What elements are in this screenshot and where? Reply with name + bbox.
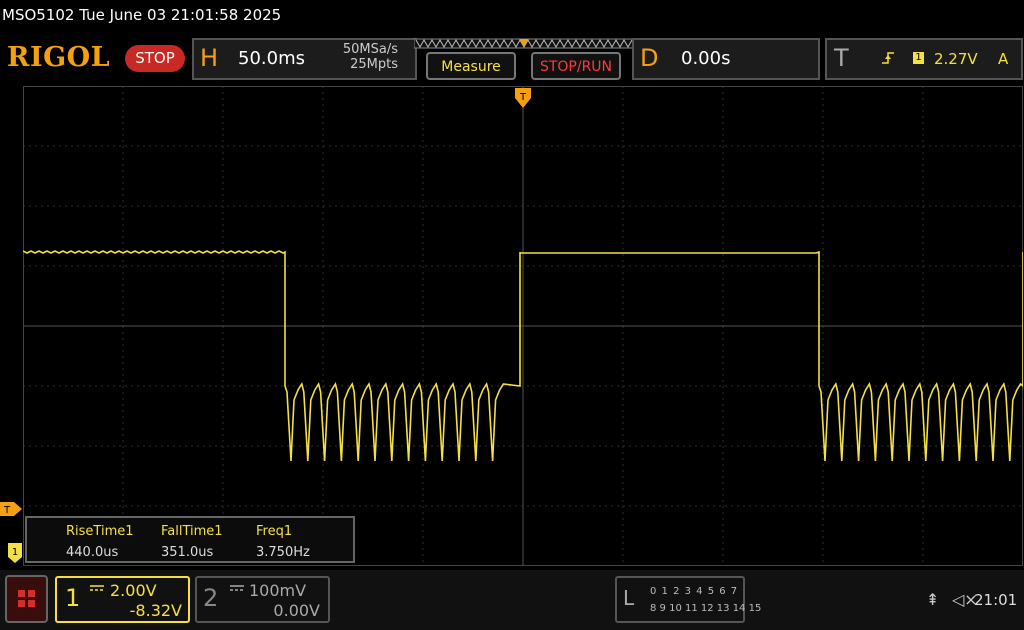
trigger-position-bar <box>414 38 634 49</box>
trigger-mode: A <box>998 50 1009 68</box>
clock: 21:01 <box>974 591 1018 609</box>
trigger-letter: T <box>834 44 849 72</box>
ch1-scale: 2.00V <box>110 581 157 600</box>
measurement-label: FallTime1 <box>161 524 223 539</box>
acquisition-info: 50MSa/s 25Mpts <box>318 42 398 72</box>
trigger-level: 2.27V <box>934 50 978 68</box>
usb-icon: ⇞ <box>926 590 940 609</box>
brand-logo: RIGOL <box>7 42 111 73</box>
measurement-item: Freq1 3.750Hz <box>256 524 310 560</box>
delay-letter: D <box>640 44 659 72</box>
ch1-offset: -8.32V <box>129 601 182 620</box>
measurement-panel[interactable]: RiseTime1 440.0us FallTime1 351.0us Freq… <box>25 516 355 563</box>
measurement-item: RiseTime1 440.0us <box>66 524 134 560</box>
run-state-badge[interactable]: STOP <box>125 45 185 72</box>
waveform-display[interactable] <box>23 86 1023 566</box>
ch2-offset: 0.00V <box>273 601 320 620</box>
ch1-ground-marker-label: 1 <box>12 547 18 558</box>
measurement-item: FallTime1 351.0us <box>161 524 223 560</box>
trigger-panel[interactable] <box>825 38 1023 80</box>
trigger-level-marker[interactable]: T <box>0 502 22 516</box>
memory-depth: 25Mpts <box>350 57 398 72</box>
trigger-time-marker-label: T <box>519 92 527 103</box>
measurement-label: Freq1 <box>256 524 293 539</box>
grid-menu-icon <box>18 590 35 607</box>
stop-run-button[interactable]: STOP/RUN <box>531 52 621 80</box>
ch1-number: 1 <box>65 584 81 612</box>
measurement-value: 351.0us <box>161 545 214 560</box>
timebase-value: 50.0ms <box>238 48 305 69</box>
rising-edge-icon <box>882 52 894 64</box>
logic-analyzer-panel[interactable] <box>615 576 745 623</box>
trigger-source-badge: 1 <box>913 52 924 64</box>
trigger-level-marker-label: T <box>3 505 11 516</box>
horizontal-letter: H <box>200 44 219 72</box>
measure-button[interactable]: Measure <box>426 52 516 80</box>
digital-channels-row1: 0 1 2 3 4 5 6 7 <box>650 586 739 597</box>
measurement-label: RiseTime1 <box>66 524 134 539</box>
graticule <box>23 86 1023 566</box>
ch1-ground-marker[interactable]: 1 <box>8 543 22 563</box>
logic-analyzer-letter: L <box>623 586 635 610</box>
ch2-scale: 100mV <box>249 581 307 600</box>
measurement-value: 3.750Hz <box>256 545 310 560</box>
ch2-number: 2 <box>203 584 219 612</box>
main-menu-button[interactable] <box>5 575 48 623</box>
trigger-time-marker[interactable]: T <box>515 88 531 110</box>
delay-value: 0.00s <box>681 48 731 69</box>
digital-channels-row2: 8 9 10 11 12 13 14 15 <box>650 603 762 614</box>
dc-coupling-icon <box>230 585 244 591</box>
sample-rate: 50MSa/s <box>342 42 398 57</box>
measurement-value: 440.0us <box>66 545 119 560</box>
dc-coupling-icon <box>90 585 104 591</box>
title-bar: MSO5102 Tue June 03 21:01:58 2025 <box>2 6 282 24</box>
